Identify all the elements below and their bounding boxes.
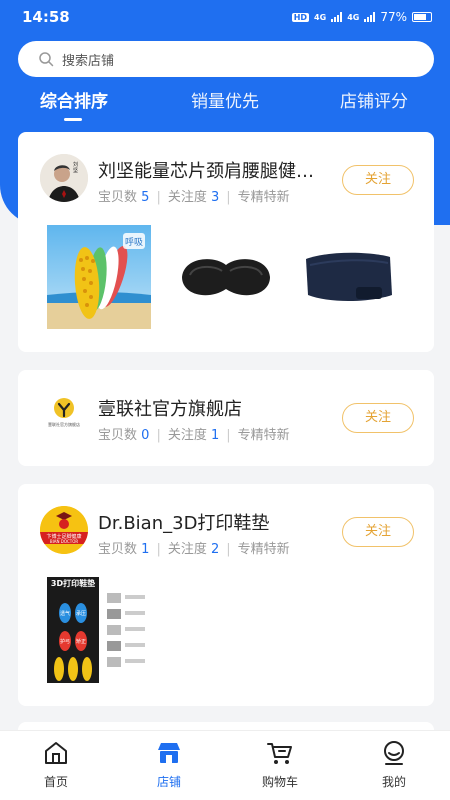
wrist-support-product-image xyxy=(298,225,402,329)
tab-sales[interactable]: 销量优先 xyxy=(189,86,261,122)
goods-label: 宝贝数 xyxy=(98,428,138,443)
store-card[interactable]: 壹联社官方旗舰店 壹联社官方旗舰店 宝贝数 0 | 关注度 1 | 专精特新 关注 xyxy=(18,370,434,466)
battery-percent: 77% xyxy=(380,10,407,24)
network-type-2: 4G xyxy=(347,12,360,22)
store-avatar: 壹联社官方旗舰店 xyxy=(40,392,88,440)
eye-mask-product-image xyxy=(174,225,278,329)
nav-profile[interactable]: 我的 xyxy=(354,739,434,790)
nav-cart-label: 购物车 xyxy=(261,775,298,789)
nav-home-label: 首页 xyxy=(43,775,68,789)
store-name: 刘坚能量芯片颈肩腰腿健… xyxy=(98,161,314,182)
store-card[interactable]: 刘坚 刘坚能量芯片颈肩腰腿健… 宝贝数 5 | 关注度 3 | 专精特新 关注 xyxy=(18,132,434,352)
hd-icon: HD xyxy=(291,12,310,22)
store-card[interactable]: 卞博士足脚健康 BIAN DOCTOR Dr.Bian_3D打印鞋垫 宝贝数 1… xyxy=(18,484,434,706)
search-placeholder: 搜索店铺 xyxy=(62,53,115,69)
follow-label: 关注度 xyxy=(167,190,207,205)
tab-rating[interactable]: 店铺评分 xyxy=(338,86,410,122)
store-name: Dr.Bian_3D打印鞋垫 xyxy=(98,513,270,534)
home-icon xyxy=(45,742,67,764)
yilianshe-logo xyxy=(54,398,74,418)
search-icon xyxy=(39,52,54,67)
meta-divider: | xyxy=(226,428,231,443)
yilianshe-logo-text: 壹联社官方旗舰店 xyxy=(48,422,80,427)
insole3d-tag: 承压 xyxy=(75,611,86,617)
store-avatar: 刘坚 xyxy=(40,154,88,202)
goods-label: 宝贝数 xyxy=(98,190,138,205)
meta-divider: | xyxy=(156,190,161,205)
follow-count: 1 xyxy=(210,428,220,443)
product-thumbnail[interactable]: 呼吸 xyxy=(47,225,151,329)
meta-divider: | xyxy=(226,542,231,557)
nav-store-label: 店铺 xyxy=(156,775,181,789)
store-icon xyxy=(158,743,180,763)
meta-divider: | xyxy=(156,428,161,443)
avatar-caption: 刘坚 xyxy=(73,162,79,174)
signal-icon-2 xyxy=(364,12,376,22)
store-avatar: 卞博士足脚健康 BIAN DOCTOR xyxy=(40,506,88,554)
nav-home[interactable]: 首页 xyxy=(16,739,96,790)
follow-label: 关注度 xyxy=(167,428,207,443)
profile-icon xyxy=(384,741,404,765)
status-bar: 14:58 HD 4G 4G 77% xyxy=(0,0,450,34)
follow-button[interactable]: 关注 xyxy=(342,165,414,195)
cart-icon xyxy=(267,743,292,764)
signal-icon xyxy=(331,12,343,22)
3d-insole-product-image xyxy=(47,577,151,683)
store-meta: 宝贝数 1 | 关注度 2 | 专精特新 xyxy=(98,538,290,557)
meta-divider: | xyxy=(226,190,231,205)
tab-comprehensive[interactable]: 综合排序 xyxy=(38,86,110,122)
insole3d-tag: 护弓 xyxy=(59,639,70,645)
bottom-navigation: 首页 店铺 购物车 我的 xyxy=(0,730,450,800)
goods-count: 1 xyxy=(141,542,150,557)
store-tag: 专精特新 xyxy=(237,190,290,205)
product-thumbnail[interactable] xyxy=(298,225,402,329)
drbian-logo-en: BIAN DOCTOR xyxy=(49,539,79,544)
goods-count: 0 xyxy=(141,428,150,443)
network-type-1: 4G xyxy=(314,12,327,22)
store-meta: 宝贝数 0 | 关注度 1 | 专精特新 xyxy=(98,424,290,443)
product-thumbnail[interactable]: 3D打印鞋垫 透气 承压 护弓 矫正 xyxy=(47,577,151,683)
drbian-logo xyxy=(40,506,88,554)
insole3d-tag: 矫正 xyxy=(75,639,86,645)
follow-button[interactable]: 关注 xyxy=(342,517,414,547)
store-tag: 专精特新 xyxy=(237,542,290,557)
nav-store[interactable]: 店铺 xyxy=(129,739,209,790)
store-name: 壹联社官方旗舰店 xyxy=(98,399,242,420)
store-tag: 专精特新 xyxy=(237,428,290,443)
goods-label: 宝贝数 xyxy=(98,542,138,557)
goods-count: 5 xyxy=(141,190,150,205)
status-icons: HD 4G 4G 77% xyxy=(291,10,432,24)
nav-profile-label: 我的 xyxy=(381,775,406,789)
meta-divider: | xyxy=(156,542,161,557)
product-thumbnail[interactable] xyxy=(174,225,278,329)
store-meta: 宝贝数 5 | 关注度 3 | 专精特新 xyxy=(98,186,290,205)
store-avatar-portrait xyxy=(40,154,88,202)
follow-count: 3 xyxy=(210,190,220,205)
search-bar[interactable]: 搜索店铺 xyxy=(18,41,434,77)
follow-label: 关注度 xyxy=(167,542,207,557)
insole-badge-text: 呼吸 xyxy=(125,238,144,248)
insole3d-tag: 透气 xyxy=(59,611,70,617)
follow-count: 2 xyxy=(210,542,220,557)
insole3d-title: 3D打印鞋垫 xyxy=(50,579,96,588)
nav-cart[interactable]: 购物车 xyxy=(240,739,320,790)
follow-button[interactable]: 关注 xyxy=(342,403,414,433)
active-tab-indicator xyxy=(64,118,82,121)
battery-icon xyxy=(412,12,432,22)
status-time: 14:58 xyxy=(22,8,70,26)
